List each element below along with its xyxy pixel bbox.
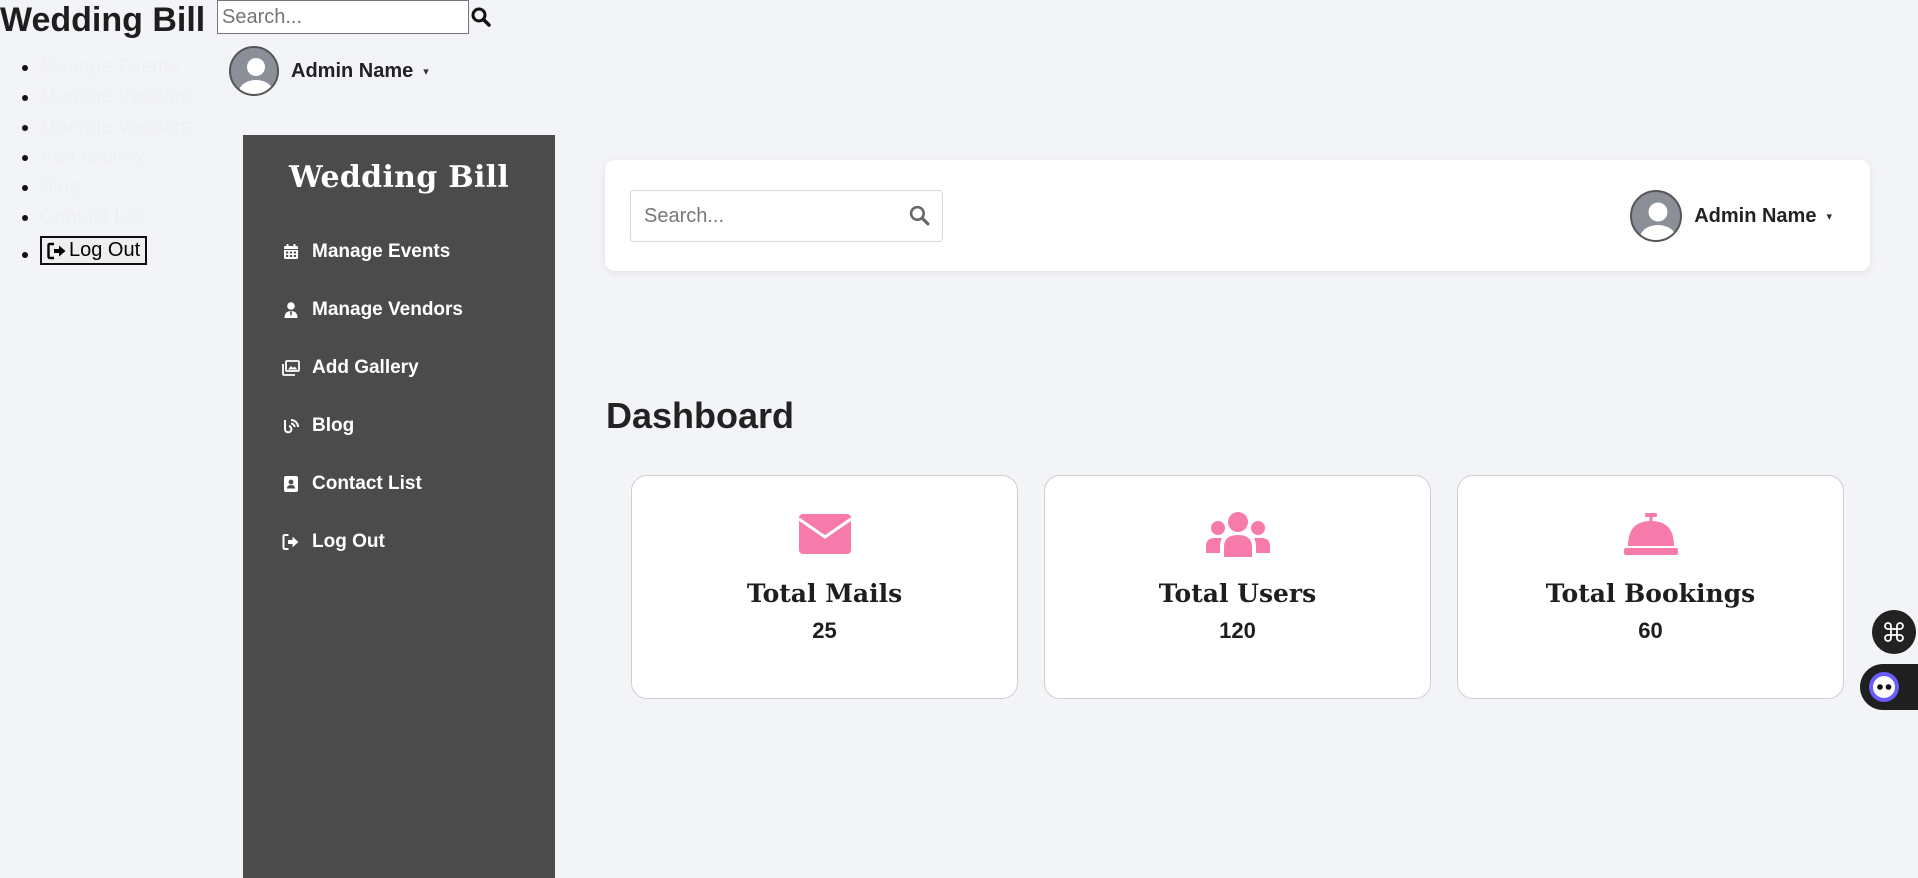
stat-card-total-mails: Total Mails 25	[631, 475, 1018, 699]
list-item: Manage Vendors	[40, 82, 191, 112]
stat-value: 60	[1638, 618, 1663, 643]
stat-label: Total Mails	[746, 579, 903, 608]
sidebar-item-add-gallery[interactable]: Add Gallery	[243, 339, 555, 397]
list-item: Manage Events	[40, 52, 191, 82]
assistant-face-icon	[1869, 672, 1899, 702]
raw-nav-link[interactable]: Manage Vendors	[40, 116, 191, 138]
apps-widget-button[interactable]	[1872, 610, 1916, 654]
avatar	[229, 46, 279, 96]
sidebar-item-label: Manage Vendors	[312, 299, 463, 320]
command-icon	[1884, 622, 1904, 642]
sidebar: Wedding Bill Manage Events Manage Vendor…	[243, 135, 555, 878]
stat-card-total-bookings: Total Bookings 60	[1457, 475, 1844, 699]
sidebar-item-manage-vendors[interactable]: Manage Vendors	[243, 281, 555, 339]
avatar	[1630, 190, 1683, 242]
raw-nav-link[interactable]: Manage Vendors	[40, 86, 191, 108]
list-item: Log Out	[40, 232, 191, 269]
search-button[interactable]	[909, 205, 930, 229]
sidebar-item-label: Blog	[312, 415, 355, 436]
search-icon	[909, 205, 930, 226]
logout-icon	[47, 242, 66, 259]
raw-logout-label: Log Out	[69, 239, 141, 261]
logout-icon	[282, 533, 300, 551]
stat-label: Total Users	[1158, 579, 1317, 608]
sidebar-menu: Manage Events Manage Vendors Add Gallery…	[243, 223, 555, 571]
raw-nav-link[interactable]: Add Gallery	[40, 146, 145, 168]
vendor-user-icon	[282, 301, 300, 319]
admin-name: Admin Name	[1694, 204, 1817, 227]
chevron-down-icon: ▾	[423, 65, 429, 78]
chevron-down-icon: ▾	[1826, 210, 1832, 223]
raw-nav-link[interactable]: Manage Events	[40, 56, 179, 78]
list-item: Manage Vendors	[40, 112, 191, 142]
raw-search-button[interactable]	[470, 6, 492, 30]
sidebar-item-label: Contact List	[312, 473, 422, 494]
sidebar-item-label: Log Out	[312, 531, 385, 552]
sidebar-item-label: Add Gallery	[312, 357, 419, 378]
users-icon	[1205, 512, 1270, 557]
assistant-widget-button[interactable]	[1860, 664, 1918, 710]
user-avatar-icon	[239, 58, 273, 94]
search-icon	[471, 7, 491, 27]
stat-value: 120	[1219, 618, 1256, 643]
list-item: Contact List	[40, 202, 191, 232]
stat-card-total-users: Total Users 120	[1044, 475, 1431, 699]
contact-book-icon	[282, 475, 300, 493]
user-avatar-icon	[1640, 202, 1677, 240]
sidebar-item-blog[interactable]: Blog	[243, 397, 555, 455]
raw-nav-link[interactable]: Contact List	[40, 206, 146, 228]
raw-nav-list: Manage Events Manage Vendors Manage Vend…	[0, 52, 191, 269]
sidebar-item-log-out[interactable]: Log Out	[243, 513, 555, 571]
sidebar-item-label: Manage Events	[312, 241, 451, 262]
list-item: Add Gallery	[40, 142, 191, 172]
search-box	[630, 190, 943, 242]
admin-name: Admin Name	[291, 59, 414, 82]
search-input[interactable]	[631, 191, 901, 241]
raw-nav-link[interactable]: Blog	[40, 176, 80, 198]
sidebar-title: Wedding Bill	[288, 160, 510, 195]
gallery-icon	[282, 359, 300, 377]
page-title: Dashboard	[606, 395, 795, 436]
stat-label: Total Bookings	[1545, 579, 1756, 608]
admin-dropdown[interactable]: Admin Name ▾	[1630, 190, 1832, 242]
sidebar-item-manage-events[interactable]: Manage Events	[243, 223, 555, 281]
list-item: Blog	[40, 172, 191, 202]
raw-logout-button[interactable]: Log Out	[40, 236, 148, 265]
envelope-icon	[798, 514, 851, 554]
blog-icon	[282, 417, 300, 435]
raw-search-input[interactable]	[217, 0, 469, 34]
calendar-icon	[282, 243, 300, 261]
raw-admin-dropdown[interactable]: Admin Name ▾	[229, 46, 429, 96]
concierge-bell-icon	[1623, 513, 1678, 555]
stat-value: 25	[812, 618, 837, 643]
top-header: Admin Name ▾	[605, 160, 1870, 271]
sidebar-item-contact-list[interactable]: Contact List	[243, 455, 555, 513]
raw-site-title: Wedding Bill	[0, 1, 206, 39]
